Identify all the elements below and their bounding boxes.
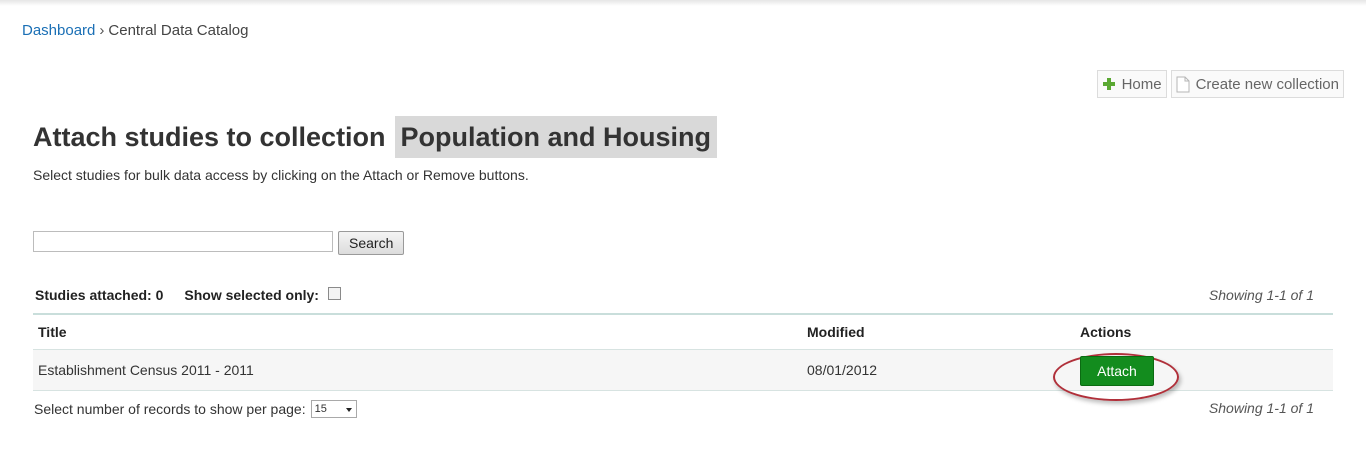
toolbar: Home Create new collection (1096, 70, 1344, 98)
pager: Select number of records to show per pag… (34, 400, 357, 418)
create-collection-button[interactable]: Create new collection (1170, 70, 1344, 98)
attach-button[interactable]: Attach (1080, 356, 1154, 386)
showing-count-top: Showing 1-1 of 1 (1208, 287, 1314, 303)
collection-name: Population and Housing (394, 116, 718, 158)
home-button-label: Home (1121, 75, 1162, 93)
show-selected-checkbox[interactable] (327, 286, 341, 300)
show-selected-label: Show selected only: (184, 287, 319, 303)
search-button[interactable]: Search (338, 231, 405, 255)
breadcrumb-dashboard-link[interactable]: Dashboard (22, 22, 95, 39)
filters-bar: Studies attached: 0 Show selected only: (35, 286, 341, 303)
search-row: Search (33, 231, 405, 255)
table-row: Establishment Census 2011 - 2011 08/01/2… (33, 350, 1333, 401)
studies-table: Title Modified Actions Establishment Cen… (33, 313, 1333, 401)
study-modified-date: 08/01/2012 (807, 362, 878, 378)
column-header-actions: Actions (1080, 324, 1132, 340)
breadcrumb: Dashboard › Central Data Catalog (22, 22, 248, 39)
breadcrumb-current: Central Data Catalog (108, 22, 249, 39)
table-header-row: Title Modified Actions (33, 315, 1333, 350)
per-page-value: 15 (314, 403, 327, 415)
column-header-modified[interactable]: Modified (807, 315, 865, 349)
top-shadow (0, 0, 1366, 6)
create-collection-label: Create new collection (1195, 75, 1339, 93)
search-input[interactable] (33, 231, 333, 252)
per-page-label: Select number of records to show per pag… (34, 401, 306, 417)
page-subtitle: Select studies for bulk data access by c… (33, 167, 529, 183)
showing-count-bottom: Showing 1-1 of 1 (1208, 400, 1314, 416)
chevron-down-icon (345, 408, 352, 412)
page-title-prefix: Attach studies to collection (33, 121, 386, 152)
column-header-title[interactable]: Title (38, 315, 67, 349)
page-title: Attach studies to collection Population … (33, 116, 718, 158)
studies-attached-count: Studies attached: 0 (35, 287, 164, 303)
plus-icon (1102, 77, 1116, 91)
document-icon (1176, 76, 1190, 93)
study-title: Establishment Census 2011 - 2011 (38, 362, 254, 378)
per-page-select[interactable]: 15 (310, 400, 357, 418)
breadcrumb-separator: › (99, 22, 105, 39)
home-button[interactable]: Home (1096, 70, 1167, 98)
